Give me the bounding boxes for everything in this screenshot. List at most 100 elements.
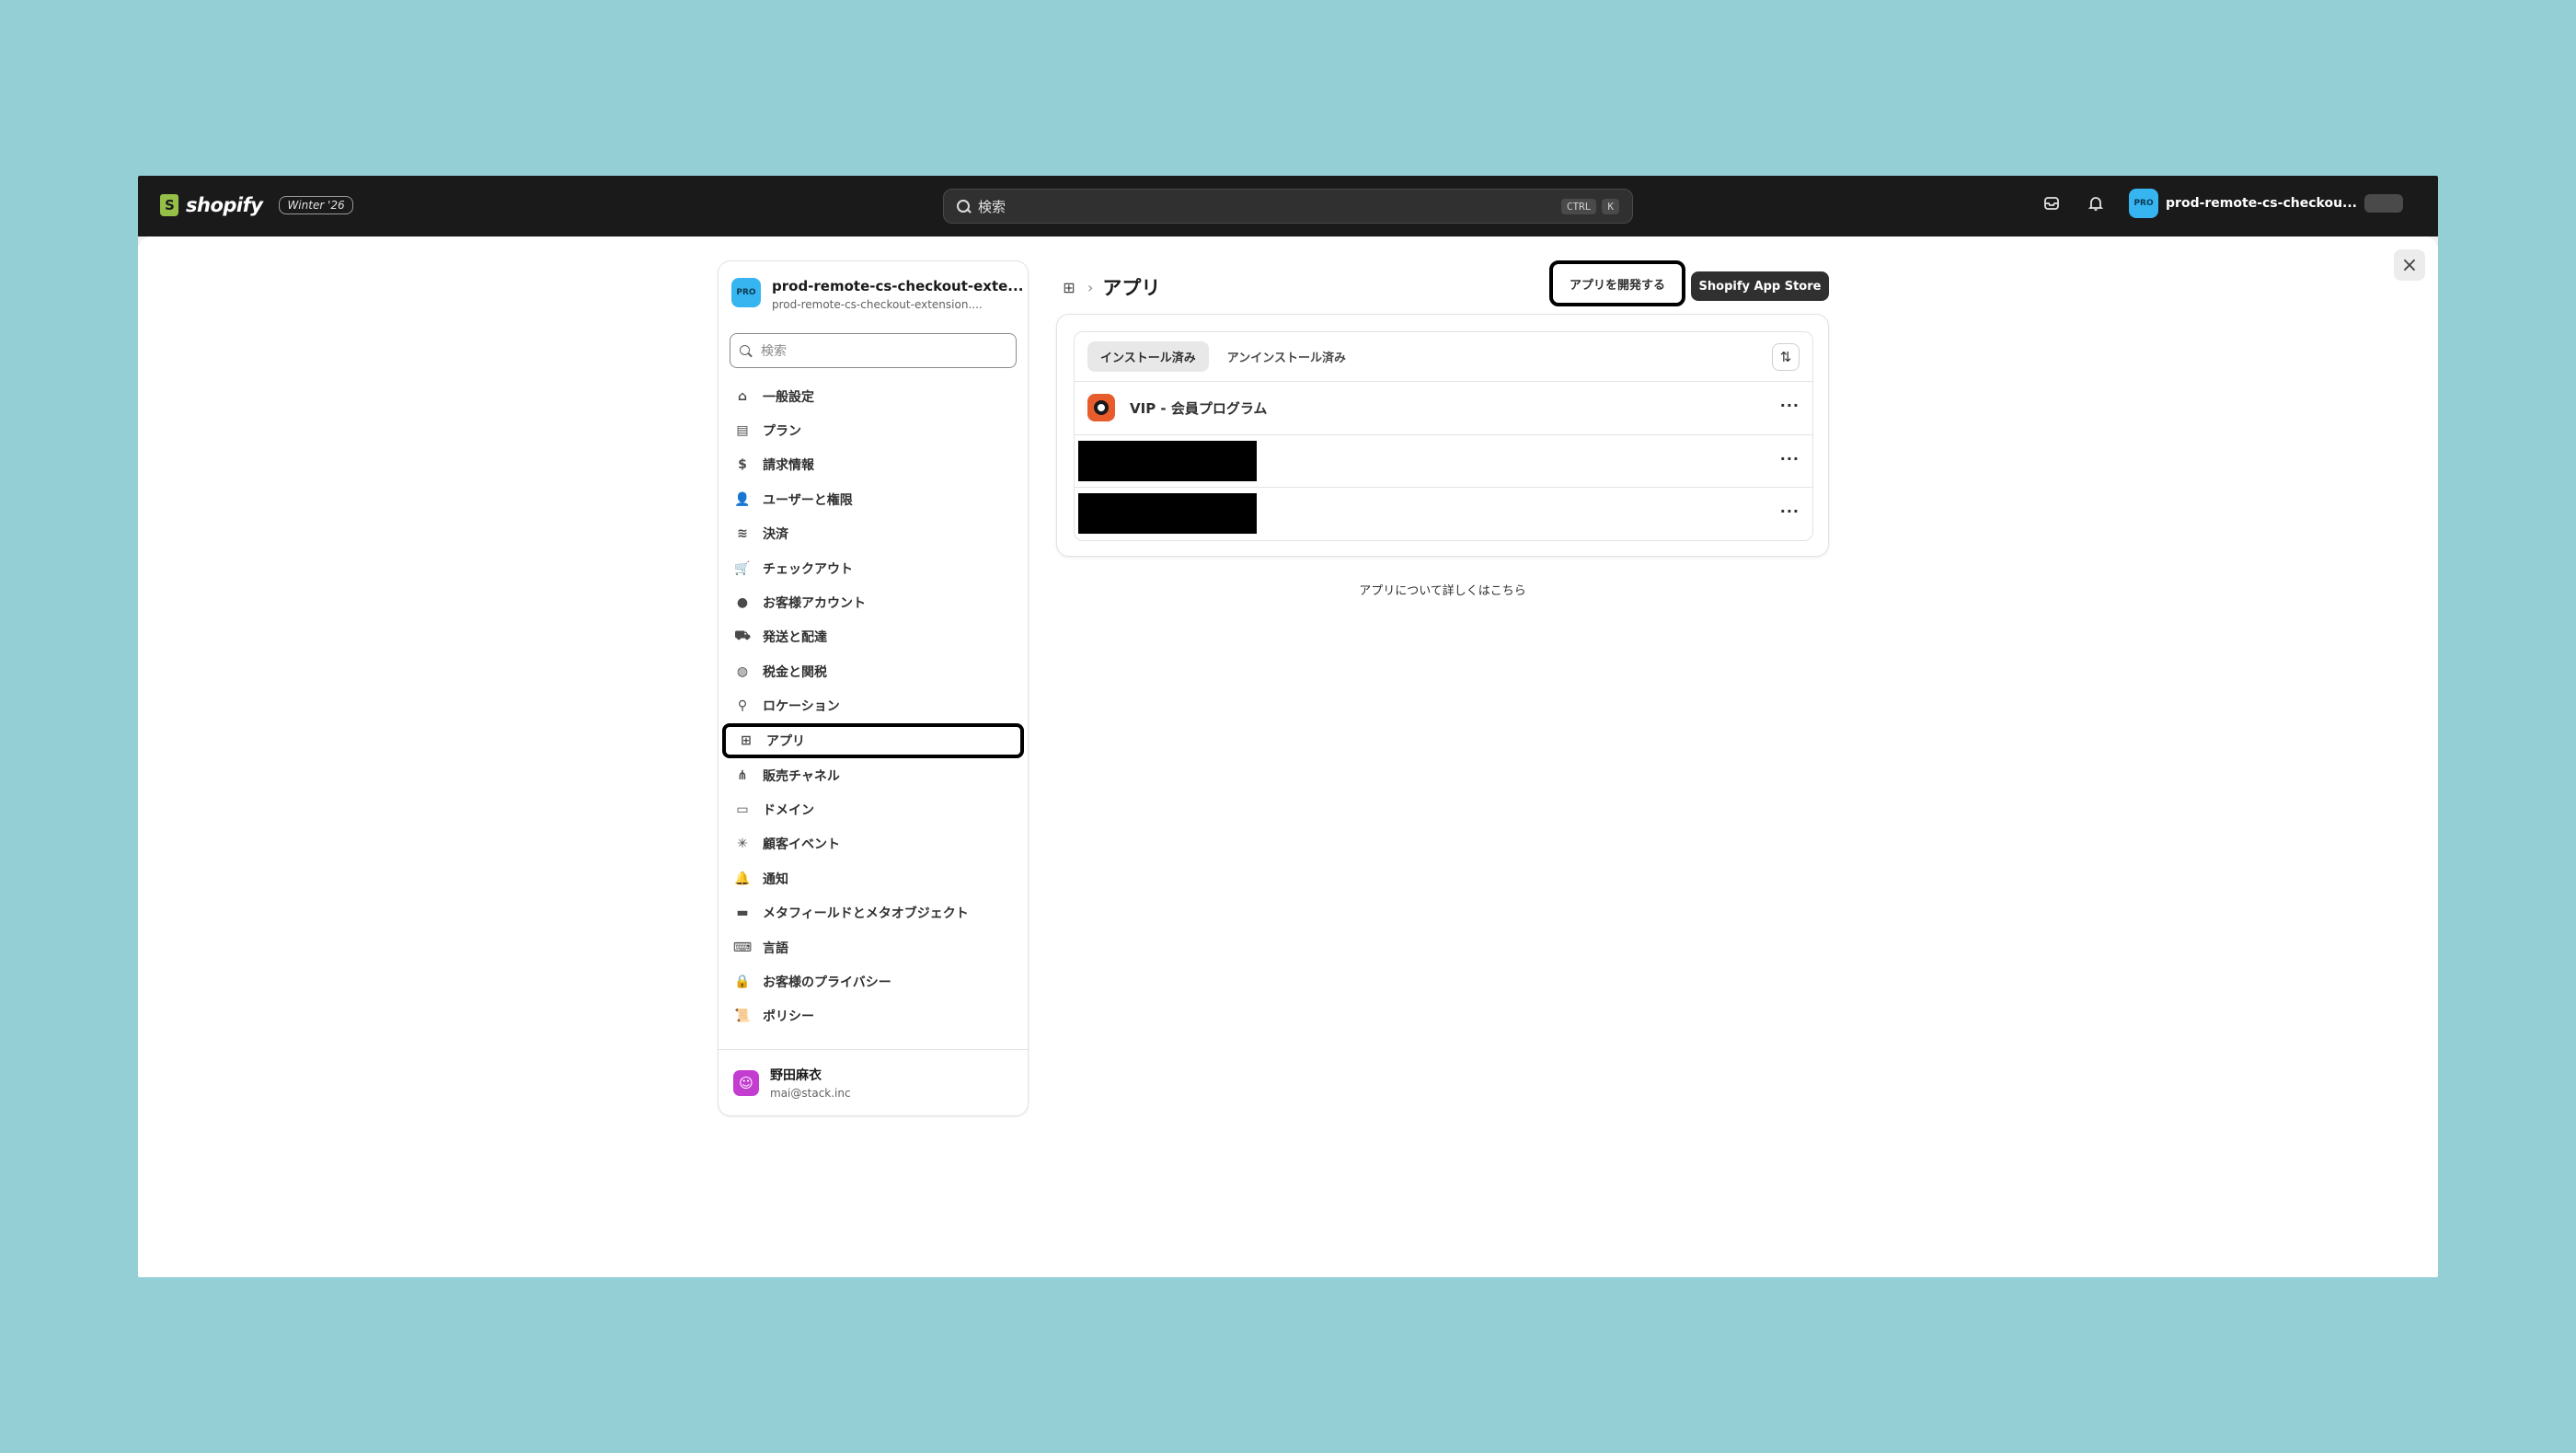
apps-tabs: インストール済み アンインストール済み ⇅ xyxy=(1075,332,1812,382)
page-title: アプリ xyxy=(1102,277,1161,299)
metafields-icon: ▬ xyxy=(736,905,749,921)
user-email: mai@stack.inc xyxy=(770,1087,851,1100)
search-icon xyxy=(740,344,752,357)
list-item[interactable]: VIP - 会員プログラム ··· xyxy=(1075,382,1812,435)
sidebar-item-taxes[interactable]: ◍ 税金と関税 xyxy=(722,654,1024,688)
sidebar-item-checkout[interactable]: 🛒 チェックアウト xyxy=(722,551,1024,585)
events-icon: ✳ xyxy=(737,836,748,852)
apps-list-container: インストール済み アンインストール済み ⇅ VIP - 会員プログラム ··· … xyxy=(1074,331,1813,541)
policy-icon: 📜 xyxy=(734,1009,751,1024)
sidebar-item-label: 一般設定 xyxy=(763,389,814,405)
sidebar-item-label: ドメイン xyxy=(763,802,814,818)
payments-icon: ≋ xyxy=(737,526,748,542)
cart-icon: 🛒 xyxy=(734,560,751,576)
top-right-controls: PRO prod-remote-cs-checkou... xyxy=(2041,189,2403,218)
sidebar-item-label: ロケーション xyxy=(763,699,840,715)
store-domain: prod-remote-cs-checkout-extension.... xyxy=(772,298,983,311)
global-search-placeholder: 検索 xyxy=(978,198,1006,215)
sidebar-item-shipping[interactable]: ⛟ 発送と配達 xyxy=(722,620,1024,654)
sidebar-item-label: 請求情報 xyxy=(763,458,814,474)
bell-icon[interactable] xyxy=(2085,192,2107,214)
sidebar-item-notifications[interactable]: 🔔 通知 xyxy=(722,861,1024,895)
sidebar-item-billing[interactable]: $ 請求情報 xyxy=(722,448,1024,482)
store-status-pill xyxy=(2364,194,2403,213)
sidebar-item-domains[interactable]: ▭ ドメイン xyxy=(722,792,1024,826)
apps-icon[interactable]: ⊞ xyxy=(1060,278,1078,296)
apps-icon: ⊞ xyxy=(741,732,752,748)
inbox-icon[interactable] xyxy=(2041,192,2063,214)
store-title: prod-remote-cs-checkout-exte... xyxy=(772,278,1024,294)
sidebar-item-payments[interactable]: ≋ 決済 xyxy=(722,517,1024,551)
redacted-block xyxy=(1078,440,1257,481)
more-actions-icon[interactable]: ··· xyxy=(1780,450,1800,467)
settings-search-input[interactable]: 検索 xyxy=(730,333,1017,368)
settings-nav-list: ⌂ 一般設定 ▤ プラン $ 請求情報 👤 ユーザーと権限 ≋ 決済 🛒 チェックアウト ●… xyxy=(719,377,1028,1035)
sidebar-item-label: チェックアウト xyxy=(763,561,853,577)
plan-icon: ▤ xyxy=(736,423,749,439)
global-search-input[interactable]: 検索 CTRL K xyxy=(943,189,1633,224)
sidebar-item-privacy[interactable]: 🔒 お客様のプライバシー xyxy=(722,964,1024,998)
tab-uninstalled[interactable]: アンインストール済み xyxy=(1214,341,1359,372)
settings-search-placeholder: 検索 xyxy=(761,344,787,359)
settings-modal: × PRO prod-remote-cs-checkout-exte... pr… xyxy=(138,236,2438,1277)
close-button[interactable]: × xyxy=(2394,249,2425,281)
bell-icon: 🔔 xyxy=(734,871,751,886)
store-avatar: PRO xyxy=(731,278,761,307)
more-actions-icon[interactable]: ··· xyxy=(1780,502,1800,520)
sidebar-item-general[interactable]: ⌂ 一般設定 xyxy=(722,379,1024,413)
lock-icon: 🔒 xyxy=(734,974,751,989)
sidebar-item-label: 発送と配達 xyxy=(763,630,827,646)
domain-icon: ▭ xyxy=(736,801,749,817)
sidebar-item-customer-accounts[interactable]: ● お客様アカウント xyxy=(722,585,1024,619)
close-icon: × xyxy=(2400,253,2419,277)
sidebar-item-customer-events[interactable]: ✳ 顧客イベント xyxy=(722,827,1024,861)
tab-installed[interactable]: インストール済み xyxy=(1087,341,1209,372)
sidebar-item-label: ポリシー xyxy=(763,1009,814,1025)
sidebar-item-label: アプリ xyxy=(766,733,805,749)
list-item[interactable]: ··· xyxy=(1075,435,1812,488)
sidebar-item-metafields[interactable]: ▬ メタフィールドとメタオブジェクト xyxy=(722,895,1024,929)
store-header[interactable]: PRO prod-remote-cs-checkout-exte... prod… xyxy=(719,261,1028,320)
sidebar-item-label: プラン xyxy=(763,424,801,440)
language-icon: ⌨ xyxy=(732,940,753,955)
sidebar-item-policies[interactable]: 📜 ポリシー xyxy=(722,999,1024,1033)
sort-icon[interactable]: ⇅ xyxy=(1772,343,1800,371)
sidebar-item-label: 販売チャネル xyxy=(763,768,840,784)
sidebar-item-locations[interactable]: ⚲ ロケーション xyxy=(722,689,1024,723)
sidebar-item-label: 決済 xyxy=(763,527,788,543)
shopify-bag-icon xyxy=(160,194,178,216)
search-icon xyxy=(957,199,971,213)
chevron-right-icon: › xyxy=(1087,278,1094,296)
edition-badge: Winter '26 xyxy=(279,196,353,214)
shortcut-key-ctrl: CTRL xyxy=(1560,198,1597,214)
store-menu[interactable]: PRO prod-remote-cs-checkou... xyxy=(2129,189,2403,218)
develop-apps-button[interactable]: アプリを開発する xyxy=(1549,260,1685,306)
user-profile[interactable]: ☺ 野田麻衣 mai@stack.inc xyxy=(719,1049,1028,1115)
sidebar-item-label: 顧客イベント xyxy=(763,837,840,853)
sidebar-item-plan[interactable]: ▤ プラン xyxy=(722,413,1024,447)
sidebar-item-languages[interactable]: ⌨ 言語 xyxy=(722,930,1024,964)
apps-card: インストール済み アンインストール済み ⇅ VIP - 会員プログラム ··· … xyxy=(1056,314,1829,557)
sidebar-item-label: お客様のプライバシー xyxy=(763,974,891,990)
app-name: VIP - 会員プログラム xyxy=(1130,399,1268,417)
more-actions-icon[interactable]: ··· xyxy=(1780,397,1800,414)
shopify-logo[interactable]: shopify Winter '26 xyxy=(160,194,353,216)
user-avatar-icon: ☺ xyxy=(733,1069,759,1096)
billing-icon: $ xyxy=(738,457,747,473)
sidebar-item-apps[interactable]: ⊞ アプリ xyxy=(722,722,1024,758)
learn-more-link[interactable]: アプリについて詳しくはこちら xyxy=(1056,581,1829,598)
sidebar-item-users[interactable]: 👤 ユーザーと権限 xyxy=(722,482,1024,516)
breadcrumb: ⊞ › アプリ xyxy=(1060,273,1160,301)
person-icon: ● xyxy=(736,595,749,611)
shopify-admin-window: shopify Winter '26 検索 CTRL K PRO prod-re… xyxy=(138,176,2438,1277)
sidebar-item-label: お客様アカウント xyxy=(763,596,866,612)
store-icon: ⌂ xyxy=(737,388,748,404)
list-item[interactable]: ··· xyxy=(1075,488,1812,540)
brand-name: shopify xyxy=(186,194,263,216)
redacted-block xyxy=(1078,493,1257,534)
location-icon: ⚲ xyxy=(737,698,748,714)
app-store-button[interactable]: Shopify App Store xyxy=(1691,271,1829,301)
sidebar-item-label: 通知 xyxy=(763,871,788,887)
user-name: 野田麻衣 xyxy=(770,1068,822,1083)
sidebar-item-sales-channels[interactable]: ⋔ 販売チャネル xyxy=(722,758,1024,792)
